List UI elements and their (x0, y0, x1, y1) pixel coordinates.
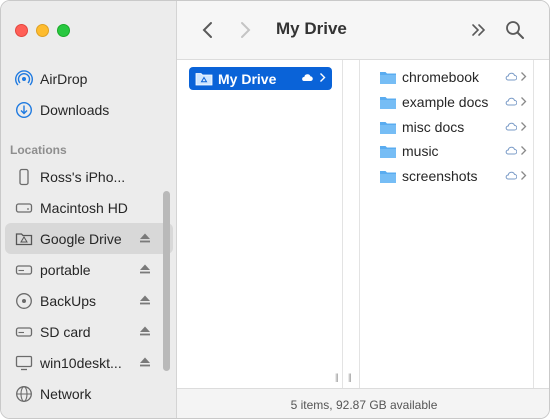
folder-icon (380, 96, 396, 109)
folder-label: chromebook (402, 69, 480, 85)
sidebar-item-label: AirDrop (40, 70, 88, 87)
column-resize-handle[interactable]: || (348, 372, 352, 382)
cloud-icon (505, 146, 517, 155)
window-controls (15, 24, 70, 37)
sidebar-item-label: Downloads (40, 101, 110, 118)
sidebar-item-portable[interactable]: portable (5, 254, 173, 285)
airdrop-icon (15, 69, 33, 88)
sidebar-list: AirDrop Downloads Locations Ross's iPho.… (1, 63, 177, 409)
sidebar-item-label: Google Drive (40, 230, 122, 247)
network-drive-icon (15, 292, 33, 310)
sidebar-item-airdrop[interactable]: AirDrop (5, 63, 173, 94)
sidebar-item-label: Macintosh HD (40, 199, 128, 216)
sidebar-item-sd-card[interactable]: SD card (5, 316, 173, 347)
sidebar-item-win10desktop[interactable]: win10deskt... (5, 347, 173, 378)
cloud-icon (505, 122, 517, 131)
sidebar-scrollbar[interactable] (163, 191, 170, 371)
folder-label: screenshots (402, 168, 478, 184)
column-item-label: My Drive (218, 70, 277, 87)
folder-label: music (402, 143, 439, 159)
display-icon (15, 354, 33, 372)
eject-icon[interactable] (139, 232, 151, 244)
eject-icon[interactable] (139, 325, 151, 337)
downloads-icon (15, 101, 33, 119)
more-toolbar-button[interactable] (469, 18, 489, 42)
chevron-right-icon (521, 97, 527, 106)
cloud-icon (505, 171, 517, 180)
chevron-left-icon (202, 22, 212, 38)
google-drive-icon (15, 230, 33, 248)
sidebar-item-label: SD card (40, 323, 91, 340)
network-globe-icon (15, 385, 33, 403)
chevron-right-icon (521, 171, 527, 180)
folder-row-example-docs[interactable]: example docs (379, 91, 529, 113)
hard-drive-icon (15, 199, 33, 217)
window-title: My Drive (276, 19, 347, 38)
column-browser-3: chromebook example docs misc docs music … (361, 60, 533, 388)
folder-icon (380, 145, 396, 158)
eject-icon[interactable] (139, 356, 151, 368)
toolbar: My Drive (177, 1, 549, 60)
sidebar-item-backups[interactable]: BackUps (5, 285, 173, 316)
sidebar: AirDrop Downloads Locations Ross's iPho.… (1, 1, 177, 418)
locations-header: Locations (10, 143, 67, 157)
eject-icon[interactable] (139, 294, 151, 306)
sidebar-item-label: Ross's iPho... (40, 168, 126, 185)
column-resize-handle[interactable]: || (335, 372, 339, 382)
minimize-window-button[interactable] (36, 24, 49, 37)
external-drive-icon (15, 261, 33, 279)
search-button[interactable] (504, 18, 526, 42)
cloud-icon (302, 74, 313, 81)
folder-label: example docs (402, 94, 489, 110)
sidebar-item-label: win10deskt... (40, 354, 122, 371)
chevron-right-icon (241, 22, 251, 38)
sidebar-item-iphone[interactable]: Ross's iPho... (5, 161, 173, 192)
column-browser-4 (533, 60, 549, 388)
forward-button[interactable] (234, 18, 256, 42)
folder-row-music[interactable]: music (379, 140, 529, 162)
chevron-right-icon (521, 72, 527, 81)
chevron-right-icon (521, 122, 527, 131)
chevron-right-icon (521, 146, 527, 155)
sidebar-item-macintosh-hd[interactable]: Macintosh HD (5, 192, 173, 223)
sidebar-item-label: portable (40, 261, 91, 278)
back-button[interactable] (197, 18, 219, 42)
iphone-icon (15, 168, 33, 186)
sidebar-item-label: BackUps (40, 292, 97, 309)
sidebar-item-downloads[interactable]: Downloads (5, 94, 173, 125)
folder-row-misc-docs[interactable]: misc docs (379, 116, 529, 138)
column-browser-1: My Drive || (177, 60, 343, 388)
sidebar-item-network[interactable]: Network (5, 378, 173, 409)
search-icon (506, 21, 524, 39)
cloud-icon (505, 72, 517, 81)
eject-icon[interactable] (139, 263, 151, 275)
column-item-my-drive[interactable]: My Drive (189, 67, 332, 90)
sidebar-item-google-drive[interactable]: Google Drive (5, 223, 173, 254)
cloud-icon (505, 97, 517, 106)
close-window-button[interactable] (15, 24, 28, 37)
sidebar-item-label: Network (40, 385, 92, 402)
column-browser-2: || (344, 60, 360, 388)
zoom-window-button[interactable] (57, 24, 70, 37)
double-chevron-icon (472, 24, 486, 36)
folder-icon (380, 170, 396, 183)
finder-window: AirDrop Downloads Locations Ross's iPho.… (0, 0, 550, 419)
folder-icon (380, 121, 396, 134)
chevron-right-icon (320, 73, 326, 82)
status-bar: 5 items, 92.87 GB available (177, 388, 549, 418)
folder-row-chromebook[interactable]: chromebook (379, 66, 529, 88)
folder-row-screenshots[interactable]: screenshots (379, 165, 529, 187)
status-text: 5 items, 92.87 GB available (290, 397, 438, 412)
external-drive-icon (15, 323, 33, 341)
drive-folder-icon (195, 73, 213, 86)
folder-label: misc docs (402, 119, 465, 135)
folder-icon (380, 71, 396, 84)
